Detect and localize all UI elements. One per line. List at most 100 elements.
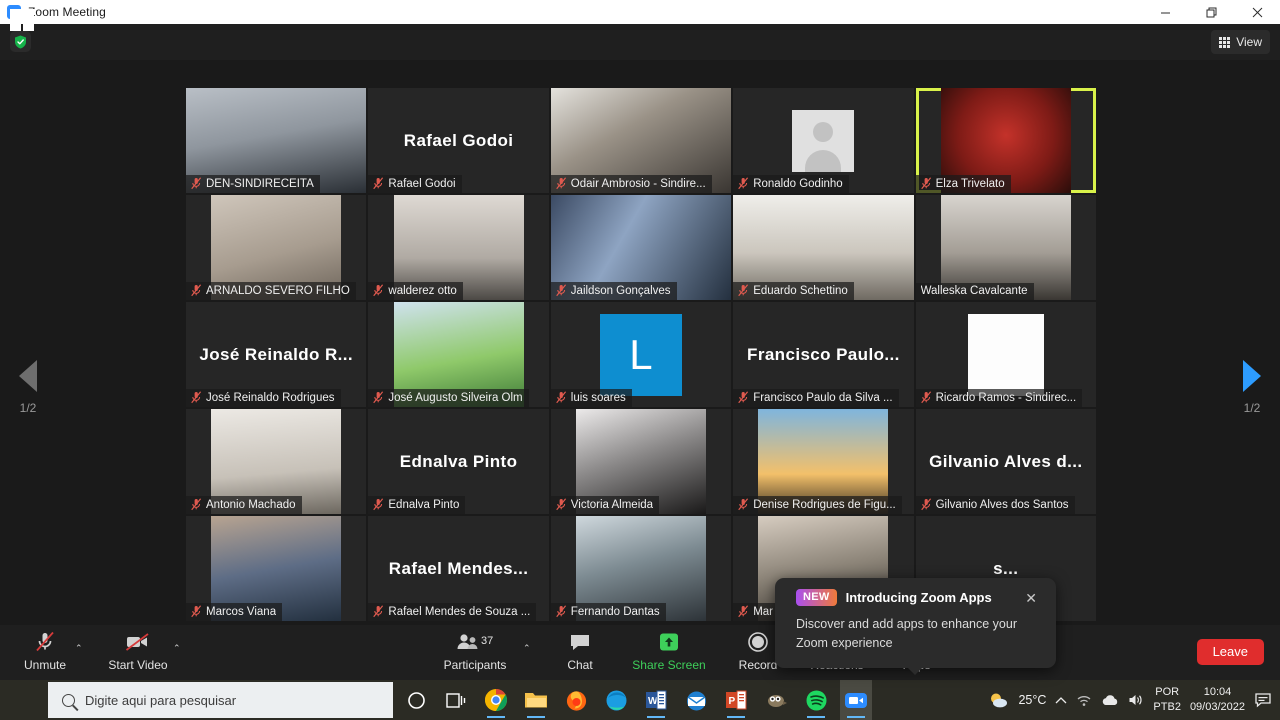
chevron-up-icon[interactable]	[1055, 696, 1067, 705]
participant-name-label: Elza Trivelato	[915, 175, 1011, 193]
participant-name-label: Ricardo Ramos - Sindirec...	[915, 389, 1083, 407]
notification-icon[interactable]	[1254, 692, 1272, 708]
avatar-initial: L	[599, 313, 682, 396]
cloud-icon[interactable]	[1101, 694, 1119, 706]
participant-tile[interactable]: Marcos Viana	[186, 516, 367, 621]
participant-name-label: Walleska Cavalcante	[915, 283, 1034, 300]
share-screen-icon	[624, 629, 714, 655]
video-gallery-stage: 1/2 1/2 DEN-SINDIRECEITA Rafael Godoi Raf…	[0, 60, 1280, 675]
chrome-icon[interactable]	[480, 680, 512, 720]
participant-tile[interactable]: José Reinaldo R... José Reinaldo Rodrigu…	[186, 302, 367, 407]
keyboard-language[interactable]: POR PTB2	[1153, 685, 1181, 715]
participant-name-label: walderez otto	[368, 282, 463, 300]
security-shield-icon[interactable]	[10, 31, 31, 52]
speaker-icon[interactable]	[1128, 693, 1144, 707]
temperature-label: 25°C	[1018, 693, 1047, 707]
weather-partly-cloudy-icon[interactable]	[988, 691, 1009, 709]
zoom-icon[interactable]	[840, 680, 872, 720]
participant-tile[interactable]: L luis soares	[550, 302, 732, 407]
view-button-label: View	[1236, 35, 1262, 49]
participant-name: Rafael Godoi	[388, 177, 456, 190]
participant-name: Jaildson Gonçalves	[570, 284, 671, 297]
participant-name: ARNALDO SEVERO FILHO	[206, 284, 350, 297]
mute-options-caret[interactable]: ⌃	[75, 643, 83, 654]
firefox-icon[interactable]	[560, 680, 592, 720]
window-controls	[1142, 0, 1280, 24]
participant-tile[interactable]: Elza Trivelato	[915, 88, 1096, 193]
taskbar-app-icons: W P	[400, 680, 872, 720]
participant-name-label: Jaildson Gonçalves	[550, 282, 677, 300]
gimp-icon[interactable]	[760, 680, 792, 720]
participant-tile[interactable]: Eduardo Schettino	[733, 195, 914, 300]
wifi-icon[interactable]	[1076, 694, 1092, 707]
clock[interactable]: 10:04 09/03/2022	[1190, 685, 1245, 715]
participant-tile[interactable]: Rafael Mendes... Rafael Mendes de Souza …	[368, 516, 549, 621]
blank-video	[967, 313, 1044, 396]
participant-grid: DEN-SINDIRECEITA Rafael Godoi Rafael Godo…	[186, 88, 1096, 621]
participant-tile[interactable]: Odair Ambrosio - Sindire...	[550, 88, 732, 193]
microphone-muted-icon	[191, 284, 202, 297]
participant-tile[interactable]: Gilvanio Alves d... Gilvanio Alves dos S…	[915, 409, 1096, 514]
participant-tile[interactable]: Victoria Almeida	[550, 409, 732, 514]
participant-display-name: José Reinaldo R...	[199, 344, 354, 364]
participants-options-caret[interactable]: ⌃	[523, 643, 531, 654]
participants-label: Participants	[443, 658, 507, 672]
popup-header: NEW Introducing Zoom Apps ✕	[775, 578, 1056, 606]
minimize-button[interactable]	[1142, 0, 1188, 24]
participant-name-label: ARNALDO SEVERO FILHO	[186, 282, 356, 300]
participant-tile[interactable]: Fernando Dantas	[550, 516, 732, 621]
popup-body: Discover and add apps to enhance your Zo…	[796, 617, 1017, 650]
lang-secondary: PTB2	[1153, 701, 1181, 713]
microphone-muted-icon	[191, 177, 202, 190]
leave-button[interactable]: Leave	[1196, 639, 1264, 665]
windows-start-icon[interactable]	[10, 9, 35, 32]
maximize-button[interactable]	[1188, 0, 1234, 24]
participant-display-name: Rafael Godoi	[403, 130, 514, 150]
next-page-button[interactable]: 1/2	[1224, 360, 1280, 415]
search-input[interactable]: Digite aqui para pesquisar	[48, 682, 393, 718]
edge-icon[interactable]	[600, 680, 632, 720]
participant-name: DEN-SINDIRECEITA	[206, 177, 314, 190]
participant-tile[interactable]: walderez otto	[368, 195, 549, 300]
participant-tile[interactable]: ARNALDO SEVERO FILHO	[186, 195, 367, 300]
zoom-meeting-window: Zoom Meeting View 1/2 1/2 DEN-SINDIRECEI…	[0, 0, 1280, 720]
chevron-right-icon	[1243, 360, 1261, 392]
participant-tile[interactable]: Denise Rodrigues de Figu...	[733, 409, 914, 514]
participant-tile[interactable]: Walleska Cavalcante	[915, 195, 1096, 300]
mute-button[interactable]: Unmute ⌃	[0, 629, 90, 672]
spotify-icon[interactable]	[800, 680, 832, 720]
video-options-caret[interactable]: ⌃	[173, 643, 181, 654]
file-explorer-icon[interactable]	[520, 680, 552, 720]
participant-tile[interactable]: Ricardo Ramos - Sindirec...	[915, 302, 1096, 407]
participants-button[interactable]: 37 Participants ⌃	[430, 629, 531, 672]
powerpoint-icon[interactable]: P	[720, 680, 752, 720]
participant-name-label: Rafael Mendes de Souza ...	[368, 603, 537, 621]
participant-name: Odair Ambrosio - Sindire...	[570, 177, 706, 190]
participant-tile[interactable]: Francisco Paulo... Francisco Paulo da Si…	[733, 302, 914, 407]
word-icon[interactable]: W	[640, 680, 672, 720]
participant-tile[interactable]: Ronaldo Godinho	[733, 88, 914, 193]
participant-tile[interactable]: DEN-SINDIRECEITA	[186, 88, 367, 193]
chat-button[interactable]: Chat	[535, 629, 625, 672]
microphone-muted-icon	[373, 498, 384, 511]
participant-tile[interactable]: José Augusto Silveira Olm	[368, 302, 549, 407]
task-view-icon[interactable]	[440, 680, 472, 720]
participant-tile[interactable]: Ednalva Pinto Ednalva Pinto	[368, 409, 549, 514]
previous-page-button[interactable]: 1/2	[0, 360, 56, 415]
close-icon[interactable]: ✕	[1025, 591, 1037, 605]
close-button[interactable]	[1234, 0, 1280, 24]
participant-tile[interactable]: Antonio Machado	[186, 409, 367, 514]
chevron-left-icon	[19, 360, 37, 392]
participant-tile[interactable]: Rafael Godoi Rafael Godoi	[368, 88, 549, 193]
cortana-icon[interactable]	[400, 680, 432, 720]
thunderbird-icon[interactable]	[680, 680, 712, 720]
participant-name-label: Francisco Paulo da Silva ...	[733, 389, 899, 407]
start-video-button[interactable]: Start Video ⌃	[93, 629, 183, 672]
participant-name: Fernando Dantas	[570, 605, 660, 618]
share-screen-button[interactable]: Share Screen	[624, 629, 714, 672]
grid-view-icon	[1219, 36, 1231, 48]
view-button[interactable]: View	[1211, 30, 1270, 54]
participant-tile[interactable]: Jaildson Gonçalves	[550, 195, 732, 300]
microphone-muted-icon	[373, 391, 384, 404]
clock-time: 10:04	[1203, 686, 1232, 699]
